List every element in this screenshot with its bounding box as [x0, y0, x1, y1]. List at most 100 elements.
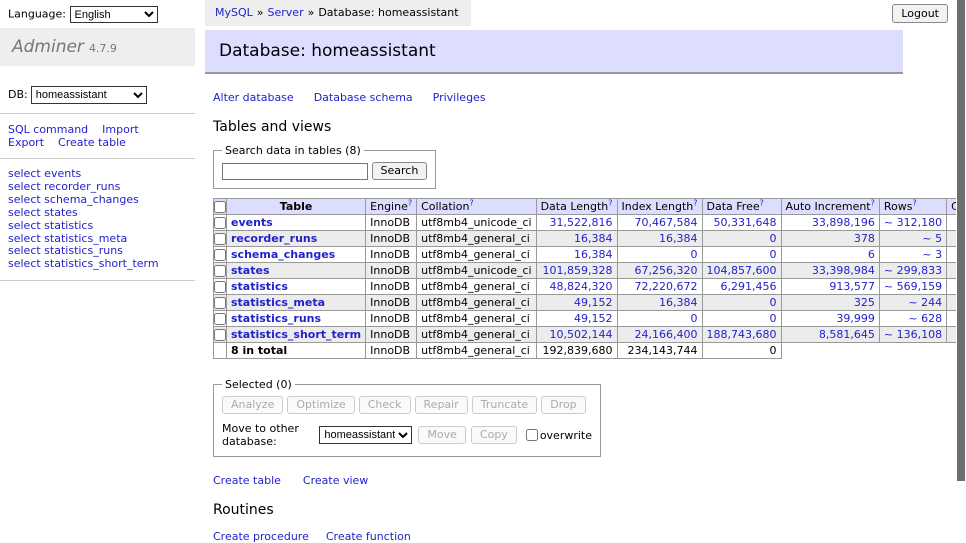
sidebar-select-link[interactable]: select statistics_meta: [8, 232, 127, 245]
auto_increment-link[interactable]: 325: [854, 296, 875, 309]
table-name-link[interactable]: statistics_runs: [231, 312, 321, 325]
data_length-link[interactable]: 48,824,320: [550, 280, 613, 293]
help-link[interactable]: ?: [760, 199, 764, 208]
sidebar-link-import[interactable]: Import: [102, 123, 139, 136]
data_length-link[interactable]: 49,152: [574, 312, 613, 325]
data_free-link[interactable]: 188,743,680: [707, 328, 777, 341]
row-checkbox[interactable]: [214, 217, 226, 229]
overwrite-checkbox[interactable]: [526, 429, 538, 441]
help-link[interactable]: ?: [469, 199, 473, 208]
db-select[interactable]: homeassistant: [31, 86, 147, 104]
sidebar-select-link[interactable]: select states: [8, 206, 78, 219]
row-checkbox[interactable]: [214, 265, 226, 277]
search-input[interactable]: [222, 163, 368, 180]
table-name-link[interactable]: states: [231, 264, 270, 277]
index_length-link[interactable]: 72,220,672: [635, 280, 698, 293]
auto_increment-link[interactable]: 913,577: [829, 280, 875, 293]
drop-button[interactable]: Drop: [541, 396, 585, 414]
sidebar-select-link[interactable]: select statistics: [8, 219, 93, 232]
auto_increment-link[interactable]: 6: [868, 248, 875, 261]
index_length-link[interactable]: 24,166,400: [635, 328, 698, 341]
table-name-link[interactable]: schema_changes: [231, 248, 335, 261]
index_length-link[interactable]: 67,256,320: [635, 264, 698, 277]
index_length-link[interactable]: 16,384: [659, 232, 698, 245]
data_free-link[interactable]: 6,291,456: [721, 280, 777, 293]
sidebar-link-export[interactable]: Export: [8, 136, 44, 149]
rows-link[interactable]: ~ 299,833: [884, 264, 942, 277]
breadcrumb-mysql-link[interactable]: MySQL: [215, 6, 253, 19]
row-checkbox[interactable]: [214, 297, 226, 309]
rows-link[interactable]: ~ 628: [908, 312, 942, 325]
data_free-link[interactable]: 0: [770, 232, 777, 245]
sidebar-select-link[interactable]: select statistics_short_term: [8, 257, 159, 270]
move-button[interactable]: Move: [418, 426, 466, 444]
auto_increment-link[interactable]: 8,581,645: [819, 328, 875, 341]
table-name-link[interactable]: statistics_short_term: [231, 328, 361, 341]
scrollbar-thumb[interactable]: [957, 0, 965, 481]
create-table-link[interactable]: Create table: [213, 474, 281, 487]
rows-link[interactable]: ~ 244: [908, 296, 942, 309]
rows-link[interactable]: ~ 136,108: [884, 328, 942, 341]
create-function-link[interactable]: Create function: [326, 530, 411, 543]
repair-button[interactable]: Repair: [415, 396, 468, 414]
optimize-button[interactable]: Optimize: [287, 396, 354, 414]
data_length-link[interactable]: 16,384: [574, 248, 613, 261]
privileges-link[interactable]: Privileges: [433, 91, 486, 104]
data_free-link[interactable]: 50,331,648: [714, 216, 777, 229]
row-checkbox[interactable]: [214, 233, 226, 245]
data_free-link[interactable]: 0: [770, 248, 777, 261]
data_length-link[interactable]: 10,502,144: [550, 328, 613, 341]
truncate-button[interactable]: Truncate: [472, 396, 537, 414]
data_free-link[interactable]: 104,857,600: [707, 264, 777, 277]
data_length-link[interactable]: 31,522,816: [550, 216, 613, 229]
help-link[interactable]: ?: [912, 199, 916, 208]
help-link[interactable]: ?: [608, 199, 612, 208]
data_free-link[interactable]: 0: [770, 312, 777, 325]
data_length-link[interactable]: 49,152: [574, 296, 613, 309]
analyze-button[interactable]: Analyze: [222, 396, 283, 414]
table-name-link[interactable]: statistics_meta: [231, 296, 325, 309]
scrollbar-track[interactable]: [956, 0, 966, 543]
auto_increment-link[interactable]: 33,898,196: [812, 216, 875, 229]
table-name-link[interactable]: recorder_runs: [231, 232, 317, 245]
table-name-link[interactable]: statistics: [231, 280, 288, 293]
data_free-link[interactable]: 0: [770, 296, 777, 309]
index_length-link[interactable]: 0: [691, 312, 698, 325]
row-checkbox[interactable]: [214, 281, 226, 293]
index_length-link[interactable]: 16,384: [659, 296, 698, 309]
sidebar-link-sql-command[interactable]: SQL command: [8, 123, 88, 136]
search-button[interactable]: Search: [372, 162, 428, 180]
index_length-link[interactable]: 0: [691, 248, 698, 261]
copy-button[interactable]: Copy: [471, 426, 517, 444]
sidebar-select-link[interactable]: select schema_changes: [8, 193, 139, 206]
data_length-link[interactable]: 16,384: [574, 232, 613, 245]
sidebar-select-link[interactable]: select recorder_runs: [8, 180, 120, 193]
index_length-link[interactable]: 70,467,584: [635, 216, 698, 229]
breadcrumb-server-link[interactable]: Server: [268, 6, 304, 19]
rows-link[interactable]: ~ 3: [922, 248, 942, 261]
row-checkbox[interactable]: [214, 249, 226, 261]
adminer-logo-link[interactable]: Adminer: [12, 37, 84, 57]
auto_increment-link[interactable]: 39,999: [836, 312, 875, 325]
move-database-select[interactable]: homeassistant: [319, 426, 412, 444]
logout-button[interactable]: Logout: [892, 4, 948, 23]
sidebar-link-create-table[interactable]: Create table: [58, 136, 126, 149]
rows-link[interactable]: ~ 569,159: [884, 280, 942, 293]
auto_increment-link[interactable]: 33,398,984: [812, 264, 875, 277]
sidebar-select-link[interactable]: select events: [8, 167, 81, 180]
language-select[interactable]: English: [70, 6, 158, 23]
help-link[interactable]: ?: [871, 199, 875, 208]
rows-link[interactable]: ~ 5: [922, 232, 942, 245]
alter-database-link[interactable]: Alter database: [213, 91, 294, 104]
sidebar-select-link[interactable]: select statistics_runs: [8, 244, 123, 257]
rows-link[interactable]: ~ 312,180: [884, 216, 942, 229]
table-name-link[interactable]: events: [231, 216, 273, 229]
row-checkbox[interactable]: [214, 329, 226, 341]
database-schema-link[interactable]: Database schema: [314, 91, 413, 104]
row-checkbox[interactable]: [214, 313, 226, 325]
select-all-checkbox[interactable]: [214, 201, 226, 213]
auto_increment-link[interactable]: 378: [854, 232, 875, 245]
check-button[interactable]: Check: [359, 396, 411, 414]
data_length-link[interactable]: 101,859,328: [543, 264, 613, 277]
create-procedure-link[interactable]: Create procedure: [213, 530, 309, 543]
